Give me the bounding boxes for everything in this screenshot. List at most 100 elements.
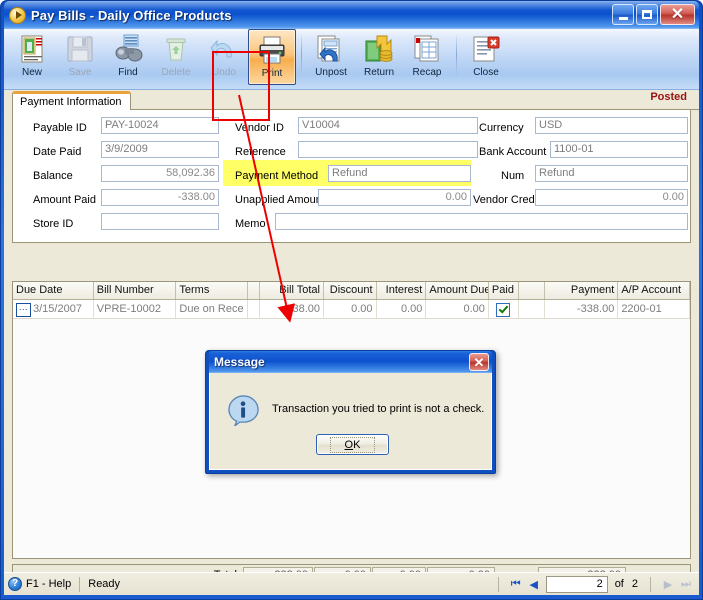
input-reference[interactable] [298, 141, 478, 158]
grid-header-blank2[interactable] [519, 282, 545, 299]
grid-cell-blank[interactable] [248, 300, 260, 318]
input-store-id[interactable] [101, 213, 219, 230]
toolbar-button-return[interactable]: Return [355, 29, 403, 85]
grid-cell-due-date[interactable]: ⋯ 3/15/2007 [13, 300, 94, 318]
label-num: Num [501, 170, 525, 182]
grid-header-terms[interactable]: Terms [176, 282, 249, 299]
grid-cell-blank2[interactable] [519, 300, 545, 318]
input-balance[interactable]: 58,092.36 [101, 165, 219, 182]
grid-header-row: Due Date Bill Number Terms Bill Total Di… [13, 282, 690, 300]
printer-icon [259, 36, 285, 64]
grid-header-bill-total[interactable]: Bill Total [260, 282, 324, 299]
next-record-icon[interactable]: ▶ [659, 576, 677, 593]
grid-header-discount[interactable]: Discount [324, 282, 377, 299]
dialog-close-button[interactable]: ✕ [469, 353, 489, 371]
input-amount-paid[interactable]: -338.00 [101, 189, 219, 206]
toolbar-button-new[interactable]: New [8, 29, 56, 85]
input-currency[interactable]: USD [535, 117, 688, 134]
row-selector-icon[interactable]: ⋯ [16, 302, 31, 317]
paid-checkbox[interactable] [496, 302, 511, 317]
grid-header-paid[interactable]: Paid [489, 282, 519, 299]
input-date-paid[interactable]: 3/9/2009 [101, 141, 219, 158]
label-unapplied-amount: Unapplied Amount [235, 194, 325, 206]
undo-arrow-icon [210, 39, 232, 58]
window-client-area: New Save Find Delete Undo Print Unpost R… [4, 29, 699, 595]
grid-cell-terms[interactable]: Due on Rece [176, 300, 249, 318]
grid-header-amount-due[interactable]: Amount Due [426, 282, 489, 299]
record-of-label: of [614, 578, 624, 590]
help-icon[interactable]: ? [8, 577, 22, 591]
unpost-icon [317, 35, 340, 62]
pay-bills-window: Pay Bills - Daily Office Products ✕ New [0, 0, 703, 600]
tab-payment-information[interactable]: Payment Information [12, 91, 131, 110]
toolbar-button-recap[interactable]: Recap [403, 29, 451, 85]
toolbar-button-unpost[interactable]: Unpost [307, 29, 355, 85]
input-vendor-id[interactable]: V10004 [298, 117, 478, 134]
dialog-titlebar: Message ✕ [209, 351, 492, 373]
recycle-bin-icon [166, 38, 186, 61]
input-payable-id[interactable]: PAY-10024 [101, 117, 219, 134]
label-bank-account: Bank Account [479, 146, 547, 158]
toolbar-label: Unpost [315, 67, 347, 78]
grid-cell-due-date-text: 3/15/2007 [33, 303, 82, 315]
previous-record-icon[interactable]: ◀ [525, 576, 543, 593]
grid-cell-discount[interactable]: 0.00 [324, 300, 377, 318]
minimize-icon [618, 16, 628, 20]
close-button[interactable]: ✕ [660, 4, 695, 25]
toolbar-separator-2 [456, 33, 457, 77]
last-record-icon[interactable]: ⏭ [677, 576, 695, 593]
toolbar-button-print[interactable]: Print [248, 29, 296, 85]
maximize-icon [642, 10, 652, 19]
label-vendor-id: Vendor ID [235, 122, 284, 134]
toolbar-label: Undo [212, 67, 236, 78]
grid-cell-amount-due[interactable]: 0.00 [426, 300, 489, 318]
grid-header-payment[interactable]: Payment [545, 282, 619, 299]
maximize-button[interactable] [636, 4, 658, 25]
toolbar-button-close[interactable]: Close [462, 29, 510, 85]
grid-cell-bill-number[interactable]: VPRE-10002 [94, 300, 177, 318]
input-memo[interactable] [275, 213, 688, 230]
dialog-ok-button[interactable]: OK [316, 434, 389, 455]
label-payable-id: Payable ID [33, 122, 87, 134]
toolbar-button-save: Save [56, 29, 104, 85]
help-label[interactable]: F1 - Help [26, 578, 71, 590]
message-dialog: Message ✕ Transaction you tried to print… [205, 350, 496, 474]
input-unapplied-amount[interactable]: 0.00 [318, 189, 471, 206]
grid-cell-paid[interactable] [489, 300, 519, 318]
table-row[interactable]: ⋯ 3/15/2007 VPRE-10002 Due on Rece -338.… [13, 300, 690, 319]
input-vendor-credit[interactable]: 0.00 [535, 189, 688, 206]
grid-header-due-date[interactable]: Due Date [13, 282, 94, 299]
input-num[interactable]: Refund [535, 165, 688, 182]
play-circle-icon [9, 6, 26, 24]
grid-header-ap-account[interactable]: A/P Account [618, 282, 690, 299]
grid-header-interest[interactable]: Interest [377, 282, 427, 299]
toolbar-label: New [21, 67, 42, 78]
grid-cell-bill-total[interactable]: -338.00 [260, 300, 324, 318]
grid-cell-interest[interactable]: 0.00 [377, 300, 427, 318]
toolbar-label: Close [473, 67, 499, 78]
label-amount-paid: Amount Paid [33, 194, 96, 206]
ok-button-label: OK [329, 436, 376, 453]
nav-separator-right [650, 576, 651, 592]
dialog-message: Transaction you tried to print is not a … [272, 403, 485, 415]
minimize-button[interactable] [612, 4, 634, 25]
grid-cell-payment[interactable]: -338.00 [545, 300, 619, 318]
recap-report-icon [414, 35, 439, 62]
input-bank-account[interactable]: 1100-01 [550, 141, 688, 158]
grid-cell-ap-account[interactable]: 2200-01 [618, 300, 690, 318]
label-memo: Memo [235, 218, 266, 230]
toolbar-separator-1 [301, 33, 302, 77]
status-state: Ready [88, 578, 121, 590]
record-number-input[interactable]: 2 [545, 575, 608, 593]
toolbar-label: Return [363, 67, 394, 78]
label-store-id: Store ID [33, 218, 74, 230]
dialog-title: Message [214, 355, 265, 369]
input-payment-method[interactable]: Refund [328, 165, 471, 182]
grid-header-blank[interactable] [248, 282, 260, 299]
label-date-paid: Date Paid [33, 146, 82, 158]
grid-header-bill-number[interactable]: Bill Number [94, 282, 177, 299]
first-record-icon[interactable]: ⏮ [507, 576, 525, 593]
window-titlebar: Pay Bills - Daily Office Products ✕ [4, 1, 699, 29]
toolbar-button-find[interactable]: Find [104, 29, 152, 85]
status-bar: ? F1 - Help Ready ⏮ ◀ 2 of 2 ▶ ⏭ [4, 572, 699, 595]
